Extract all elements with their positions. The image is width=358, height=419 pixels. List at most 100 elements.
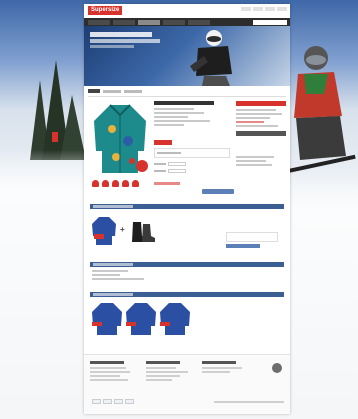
footer-link[interactable]	[146, 379, 172, 381]
divider	[88, 96, 286, 97]
legal-text	[214, 401, 284, 403]
payment-methods	[92, 399, 134, 404]
size-label	[154, 170, 166, 172]
bundle-price-box	[226, 232, 278, 242]
snow-slope-left	[0, 150, 90, 419]
main-nav	[84, 18, 290, 26]
product-detail-line	[154, 124, 184, 126]
reco-sale-badge	[92, 322, 102, 326]
beanie-icon[interactable]	[112, 180, 119, 187]
add-to-cart-button[interactable]	[202, 189, 234, 194]
product-detail-line	[154, 108, 194, 110]
sidebar-line	[236, 125, 278, 127]
skier-illustration-left	[30, 60, 86, 160]
top-link[interactable]	[277, 7, 287, 11]
footer-column	[146, 361, 196, 383]
reco-sale-badge	[126, 322, 136, 326]
footer-link[interactable]	[202, 367, 242, 369]
beanie-icon[interactable]	[122, 180, 129, 187]
footer-column	[202, 361, 252, 375]
jacket-icon[interactable]	[160, 302, 190, 336]
breadcrumb	[88, 88, 286, 94]
footer-link[interactable]	[90, 367, 126, 369]
sidebar-heading	[236, 101, 286, 106]
breadcrumb-item[interactable]	[124, 89, 142, 93]
add-bundle-button[interactable]	[226, 244, 260, 248]
nav-item[interactable]	[163, 19, 185, 25]
breadcrumb-item[interactable]	[103, 89, 121, 93]
nav-item[interactable]	[113, 19, 135, 25]
jacket-icon[interactable]	[126, 302, 156, 336]
footer-link[interactable]	[146, 367, 176, 369]
footer-link[interactable]	[202, 371, 230, 373]
payment-card-icon	[114, 399, 123, 404]
hero-banner[interactable]	[84, 26, 290, 86]
description-heading	[93, 263, 133, 266]
description-line	[92, 274, 120, 276]
sidebar-line	[236, 117, 270, 119]
skier-icon	[190, 30, 232, 86]
search-input[interactable]	[253, 19, 287, 25]
payment-card-icon	[125, 399, 134, 404]
sidebar-line	[236, 164, 272, 166]
sale-badge-icon	[136, 160, 148, 172]
product-detail-line	[154, 120, 210, 122]
nav-item-active[interactable]	[138, 19, 160, 25]
hero-subline	[90, 39, 160, 43]
sidebar-line	[236, 156, 274, 158]
reco-sale-badge	[160, 322, 170, 326]
size-select[interactable]	[168, 169, 186, 173]
color-selector[interactable]	[154, 162, 204, 166]
color-select[interactable]	[168, 162, 186, 166]
top-link[interactable]	[253, 7, 263, 11]
sidebar-note	[236, 121, 264, 123]
sidebar-line	[236, 109, 276, 111]
plus-icon: +	[120, 225, 125, 234]
footer-column	[90, 361, 140, 383]
site-logo[interactable]: Supersize	[88, 6, 123, 15]
description-line	[92, 278, 144, 280]
product-detail-line	[154, 116, 188, 118]
footer-heading	[202, 361, 236, 364]
color-label	[154, 163, 166, 165]
footer-link[interactable]	[146, 375, 180, 377]
nav-item[interactable]	[188, 19, 210, 25]
trust-badge-icon[interactable]	[272, 363, 282, 373]
top-links	[241, 7, 287, 11]
size-selector[interactable]	[154, 169, 204, 173]
breadcrumb-item[interactable]	[88, 89, 100, 93]
beanie-icon[interactable]	[102, 180, 109, 187]
price-box	[154, 148, 230, 158]
bundle-section-bar	[90, 204, 284, 209]
hero-text-line	[90, 45, 134, 48]
price-label	[157, 152, 181, 154]
description-section-bar	[90, 262, 284, 267]
footer-link[interactable]	[90, 371, 130, 373]
nav-item[interactable]	[88, 19, 110, 25]
promo-badge	[154, 140, 172, 145]
jacket-icon[interactable]	[92, 216, 116, 246]
payment-card-icon	[92, 399, 101, 404]
sidebar-line	[236, 113, 282, 115]
hero-text	[90, 32, 160, 48]
product-info	[154, 101, 244, 128]
footer-heading	[146, 361, 180, 364]
footer-link[interactable]	[90, 375, 120, 377]
bundle-heading	[93, 205, 133, 208]
payment-card-icon	[103, 399, 112, 404]
jacket-icon[interactable]	[92, 302, 122, 336]
top-link[interactable]	[241, 7, 251, 11]
beanie-icon[interactable]	[132, 180, 139, 187]
recommendations-section-bar	[90, 292, 284, 297]
footer-link[interactable]	[90, 379, 128, 381]
sidebar-line	[236, 160, 266, 162]
availability-note	[154, 182, 180, 185]
snow-slope-right	[283, 170, 358, 419]
color-thumbnails	[92, 180, 139, 187]
boots-icon[interactable]	[130, 218, 156, 244]
description-line	[92, 270, 128, 272]
footer-link[interactable]	[146, 371, 188, 373]
beanie-icon[interactable]	[92, 180, 99, 187]
top-link[interactable]	[265, 7, 275, 11]
sidebar-box[interactable]	[236, 131, 286, 136]
